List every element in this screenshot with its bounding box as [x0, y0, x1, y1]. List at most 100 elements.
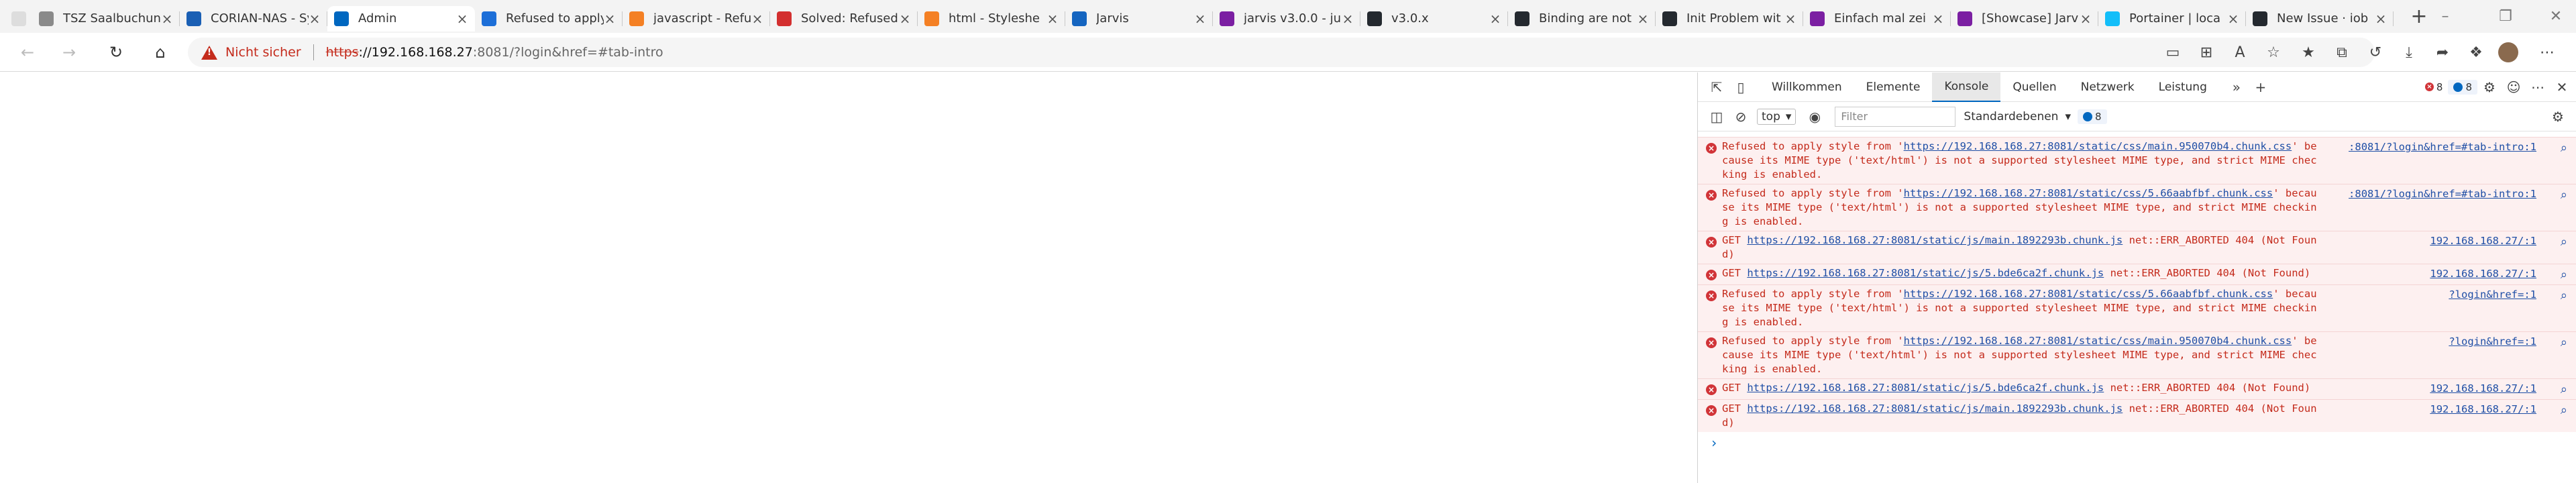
tab-willkommen[interactable]: Willkommen — [1760, 72, 1854, 102]
browser-tab[interactable]: javascript - Refu × — [623, 6, 770, 32]
close-icon[interactable]: × — [1342, 11, 1354, 27]
close-icon[interactable]: × — [1784, 11, 1796, 27]
close-icon[interactable]: × — [1489, 11, 1501, 27]
favorite-icon[interactable]: ☆ — [2262, 41, 2285, 64]
read-aloud-icon[interactable]: A — [2229, 41, 2251, 64]
history-icon[interactable]: ↺ — [2364, 41, 2387, 64]
source-link[interactable]: 192.168.168.27/:1 — [2430, 234, 2536, 248]
close-icon[interactable]: × — [899, 11, 911, 27]
log-levels-dropdown[interactable]: Standardebenen ▾ — [1964, 110, 2071, 123]
live-expression-icon[interactable]: ◉ — [1803, 105, 1827, 129]
source-link[interactable]: ?login&href=:1 — [2449, 335, 2536, 349]
extensions-icon[interactable]: ❖ — [2465, 41, 2487, 64]
source-link[interactable]: :8081/?login&href=#tab-intro:1 — [2349, 187, 2536, 201]
browser-tab[interactable]: html - Styleshe × — [918, 6, 1065, 32]
close-icon[interactable]: × — [1046, 11, 1059, 27]
share-icon[interactable]: ➦ — [2431, 41, 2454, 64]
profile-button[interactable] — [2497, 41, 2520, 64]
inspect-icon[interactable]: ⇱ — [1705, 75, 1729, 99]
console-prompt[interactable]: › — [1698, 432, 2576, 450]
close-icon[interactable]: × — [604, 11, 616, 27]
favorites-icon[interactable]: ★ — [2297, 41, 2320, 64]
sidebar-toggle-icon[interactable]: ◫ — [1705, 105, 1729, 129]
resource-link[interactable]: https://192.168.168.27:8081/static/js/ma… — [1747, 234, 2123, 246]
close-icon[interactable]: × — [161, 11, 173, 27]
issues-badge[interactable]: 8 — [2078, 109, 2107, 124]
tab-konsole[interactable]: Konsole — [1932, 72, 2001, 102]
search-icon[interactable]: ⌕ — [2561, 335, 2567, 350]
tab-actions-button[interactable] — [5, 6, 32, 32]
close-devtools-icon[interactable]: ✕ — [2550, 75, 2574, 99]
back-button[interactable]: ← — [15, 40, 40, 65]
browser-tab[interactable]: New Issue · iob × — [2246, 6, 2394, 32]
resource-link[interactable]: https://192.168.168.27:8081/static/css/5… — [1904, 187, 2273, 199]
browser-tab[interactable]: TSZ Saalbuchung × — [32, 6, 180, 32]
devtools-more-icon[interactable]: ⋯ — [2526, 75, 2550, 99]
downloads-icon[interactable]: ⤓ — [2398, 41, 2420, 64]
add-tab-icon[interactable]: + — [2249, 75, 2273, 99]
close-icon[interactable]: × — [1194, 11, 1206, 27]
source-link[interactable]: 192.168.168.27/:1 — [2430, 382, 2536, 396]
more-icon[interactable]: ⋯ — [2536, 41, 2559, 64]
source-link[interactable]: 192.168.168.27/:1 — [2430, 402, 2536, 417]
search-icon[interactable]: ⌕ — [2561, 382, 2567, 396]
security-label[interactable]: Nicht sicher — [225, 45, 301, 60]
tab-netzwerk[interactable]: Netzwerk — [2069, 72, 2147, 102]
apps-icon[interactable]: ⊞ — [2195, 41, 2218, 64]
resource-link[interactable]: https://192.168.168.27:8081/static/css/m… — [1904, 140, 2292, 152]
tab-leistung[interactable]: Leistung — [2147, 72, 2219, 102]
feedback-icon[interactable]: ☺ — [2502, 75, 2526, 99]
browser-tab[interactable]: Binding are not × — [1508, 6, 1656, 32]
source-link[interactable]: 192.168.168.27/:1 — [2430, 267, 2536, 281]
browser-tab[interactable]: Solved: Refused × — [770, 6, 918, 32]
browser-tab[interactable]: [Showcase] Jarv × — [1951, 6, 2098, 32]
collections-icon[interactable]: ⧉ — [2330, 41, 2353, 64]
source-link[interactable]: ?login&href=:1 — [2449, 288, 2536, 302]
search-icon[interactable]: ⌕ — [2561, 403, 2567, 417]
source-link[interactable]: :8081/?login&href=#tab-intro:1 — [2349, 140, 2536, 154]
browser-tab[interactable]: Portainer | loca × — [2098, 6, 2246, 32]
close-icon[interactable]: × — [1932, 11, 1944, 27]
settings-icon[interactable]: ⚙ — [2477, 75, 2502, 99]
home-button[interactable]: ⌂ — [148, 40, 173, 65]
search-icon[interactable]: ⌕ — [2561, 188, 2567, 202]
context-selector[interactable]: top ▾ — [1757, 108, 1796, 125]
more-tabs-icon[interactable]: » — [2224, 75, 2249, 99]
search-icon[interactable]: ⌕ — [2561, 288, 2567, 303]
close-icon[interactable]: × — [751, 11, 763, 27]
filter-input[interactable]: Filter — [1835, 106, 1956, 127]
cast-icon[interactable]: ▭ — [2161, 41, 2184, 64]
browser-tab[interactable]: CORIAN-NAS - Sy × — [180, 6, 327, 32]
resource-link[interactable]: https://192.168.168.27:8081/static/js/5.… — [1747, 382, 2104, 394]
search-icon[interactable]: ⌕ — [2561, 235, 2567, 249]
resource-link[interactable]: https://192.168.168.27:8081/static/js/ma… — [1747, 402, 2123, 415]
resource-link[interactable]: https://192.168.168.27:8081/static/css/m… — [1904, 335, 2292, 347]
resource-link[interactable]: https://192.168.168.27:8081/static/css/5… — [1904, 288, 2273, 300]
search-icon[interactable]: ⌕ — [2561, 141, 2567, 155]
browser-tab[interactable]: Init Problem wit × — [1656, 6, 1803, 32]
clear-console-icon[interactable]: ⊘ — [1729, 105, 1753, 129]
browser-tab[interactable]: Jarvis × — [1065, 6, 1213, 32]
browser-tab[interactable]: jarvis v3.0.0 - ju × — [1213, 6, 1360, 32]
info-count-badge[interactable]: 8 — [2448, 79, 2477, 95]
close-window-button[interactable]: ✕ — [2536, 0, 2576, 33]
url-field[interactable]: Nicht sicher https://192.168.168.27:8081… — [188, 38, 2375, 67]
resource-link[interactable]: https://192.168.168.27:8081/static/js/5.… — [1747, 267, 2104, 279]
error-count-badge[interactable]: × 8 — [2420, 80, 2449, 95]
browser-tab[interactable]: Admin × — [327, 5, 475, 32]
tab-quellen[interactable]: Quellen — [2000, 72, 2068, 102]
close-icon[interactable]: × — [1637, 11, 1649, 27]
device-toolbar-icon[interactable]: ▯ — [1729, 75, 1753, 99]
close-icon[interactable]: × — [2080, 11, 2092, 27]
browser-tab[interactable]: Refused to apply × — [475, 6, 623, 32]
browser-tab[interactable]: v3.0.x × — [1360, 6, 1508, 32]
minimize-button[interactable]: – — [2425, 0, 2465, 33]
forward-button[interactable]: → — [56, 40, 82, 65]
close-icon[interactable]: × — [2227, 11, 2239, 27]
browser-tab[interactable]: Einfach mal zei × — [1803, 6, 1951, 32]
tab-elemente[interactable]: Elemente — [1854, 72, 1933, 102]
restore-button[interactable]: ❐ — [2485, 0, 2526, 33]
close-icon[interactable]: × — [309, 11, 321, 27]
console-settings-icon[interactable]: ⚙ — [2546, 105, 2570, 129]
close-icon[interactable]: × — [2375, 11, 2387, 27]
